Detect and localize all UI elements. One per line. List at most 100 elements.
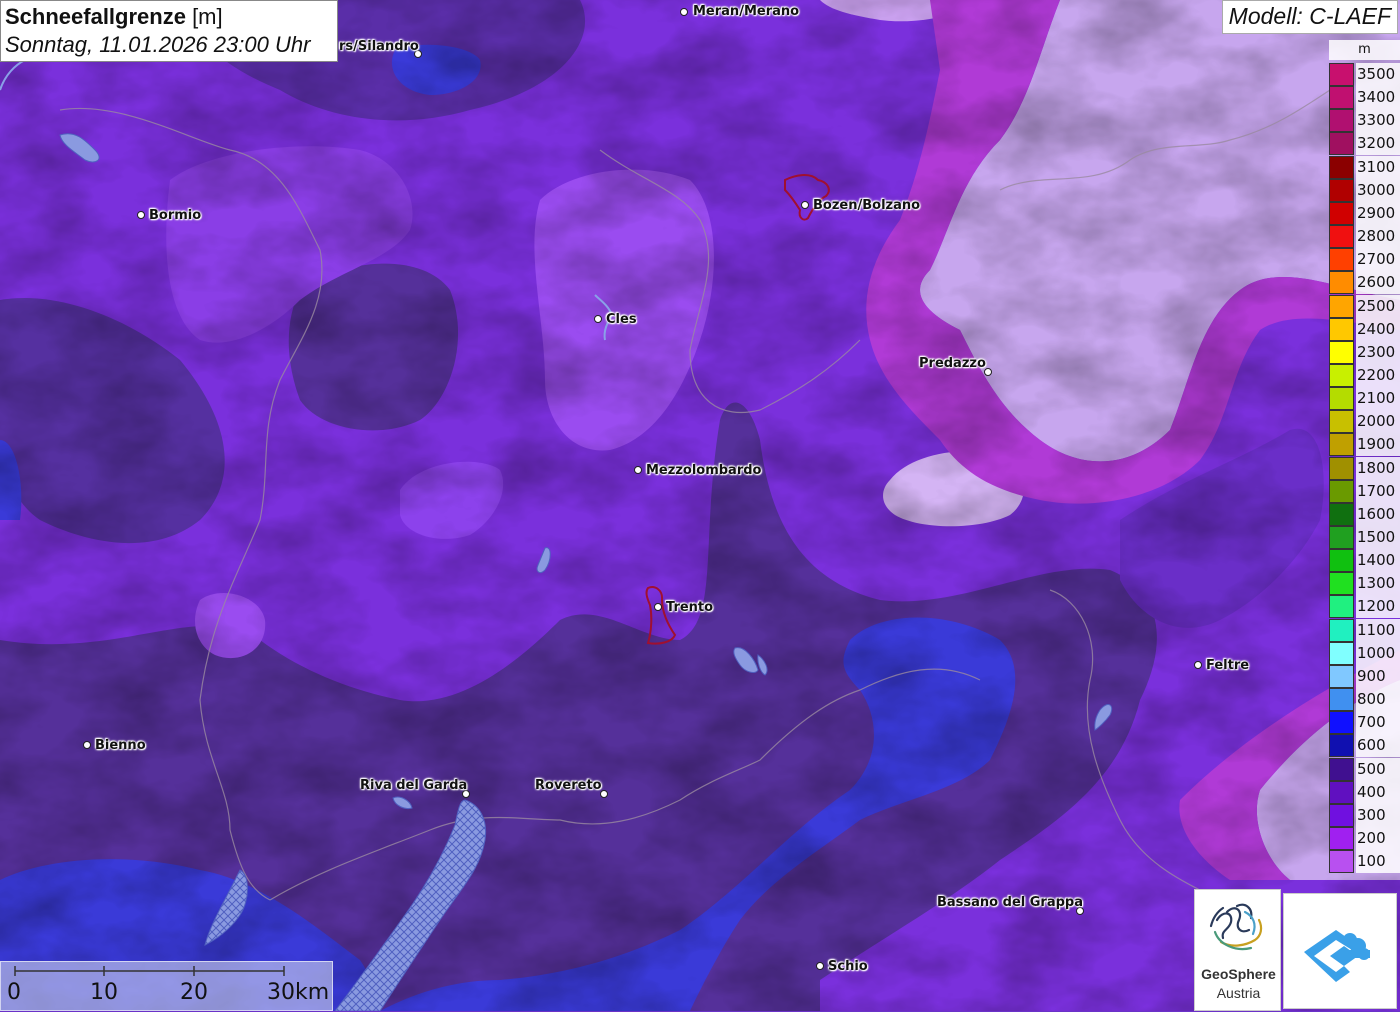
legend-row: 2200 [1329, 363, 1400, 387]
legend-label: 2200 [1356, 363, 1400, 387]
legend-swatch [1329, 201, 1354, 225]
geosphere-logo[interactable]: GeoSphere Austria [1194, 889, 1281, 1011]
legend-row: 2300 [1329, 340, 1400, 364]
city-label: Bormio [149, 208, 202, 223]
legend-swatch [1329, 109, 1354, 133]
legend-unit: m [1329, 40, 1400, 60]
legend-row: 200 [1329, 826, 1400, 850]
snowline-map[interactable] [0, 0, 1400, 1011]
legend-label: 3000 [1356, 178, 1400, 202]
legend-label: 1800 [1356, 456, 1400, 480]
legend-swatch [1329, 363, 1354, 387]
city-label: Feltre [1206, 658, 1250, 673]
map-title: Schneefallgrenze [m] [5, 3, 333, 31]
legend-row: 2500 [1329, 294, 1400, 318]
legend-label: 400 [1356, 780, 1400, 804]
legend-swatch [1329, 456, 1354, 480]
legend-label: 500 [1356, 757, 1400, 781]
city-label: Bassano del Grappa [937, 895, 1083, 910]
legend-label: 1200 [1356, 595, 1400, 619]
city-label: Cles [606, 312, 637, 327]
city-label: Riva del Garda [360, 778, 468, 793]
legend-swatch [1329, 479, 1354, 503]
scale-label-0: 0 [7, 980, 21, 1005]
scale-bar: 0 10 20 30km [0, 961, 333, 1011]
legend-label: 1600 [1356, 502, 1400, 526]
legend-swatch [1329, 387, 1354, 411]
weather-app-logo[interactable] [1283, 893, 1397, 1009]
legend-swatch [1329, 803, 1354, 827]
city-dot-icon [680, 8, 688, 16]
legend-swatch [1329, 595, 1354, 619]
legend-swatch [1329, 225, 1354, 249]
legend-row: 2400 [1329, 317, 1400, 341]
legend-swatch [1329, 618, 1354, 642]
legend-label: 2800 [1356, 225, 1400, 249]
legend-swatch [1329, 271, 1354, 295]
city-label: Mezzolombardo [646, 463, 762, 478]
legend-swatch [1329, 711, 1354, 735]
legend-row: 1800 [1329, 456, 1400, 480]
legend-label: 2300 [1356, 340, 1400, 364]
legend-row: 1200 [1329, 595, 1400, 619]
city-label: Predazzo [919, 356, 986, 371]
legend-row: 3400 [1329, 86, 1400, 110]
city-dot-icon [137, 211, 145, 219]
legend-label: 1400 [1356, 549, 1400, 573]
geosphere-emblem-icon [1209, 903, 1263, 951]
legend-label: 1900 [1356, 433, 1400, 457]
legend-row: 1500 [1329, 526, 1400, 549]
legend-row: 400 [1329, 780, 1400, 804]
city-label: Bienno [95, 738, 146, 753]
weather-app-icon [1304, 930, 1370, 982]
legend-row: 3200 [1329, 132, 1400, 156]
legend-row: 3300 [1329, 109, 1400, 133]
legend-label: 2600 [1356, 271, 1400, 295]
legend-swatch [1329, 826, 1354, 850]
legend-swatch [1329, 317, 1354, 341]
legend-row: 1700 [1329, 479, 1400, 503]
legend-label: 1700 [1356, 479, 1400, 503]
legend-row: 1900 [1329, 433, 1400, 457]
legend-label: 3300 [1356, 109, 1400, 133]
legend-label: 1500 [1356, 526, 1400, 549]
legend-swatch [1329, 850, 1354, 874]
legend-swatch [1329, 734, 1354, 758]
legend-label: 800 [1356, 688, 1400, 712]
legend-row: 2700 [1329, 248, 1400, 272]
scale-label-10: 10 [90, 980, 118, 1005]
legend-label: 1100 [1356, 618, 1400, 642]
legend-swatch [1329, 664, 1354, 688]
legend-row: 3500 [1329, 63, 1400, 86]
city-dot-icon [634, 466, 642, 474]
legend-row: 1600 [1329, 502, 1400, 526]
legend-row: 1300 [1329, 572, 1400, 596]
legend-label: 2400 [1356, 317, 1400, 341]
legend-label: 300 [1356, 803, 1400, 827]
legend-label: 2900 [1356, 201, 1400, 225]
legend-label: 1000 [1356, 641, 1400, 665]
legend-swatch [1329, 526, 1354, 549]
city-dot-icon [1194, 661, 1202, 669]
legend-swatch [1329, 641, 1354, 665]
geosphere-subtitle: Austria [1216, 985, 1261, 1001]
geosphere-title: GeoSphere [1201, 966, 1276, 982]
legend-label: 200 [1356, 826, 1400, 850]
legend-swatch [1329, 688, 1354, 712]
legend-label: 1300 [1356, 572, 1400, 596]
legend-row: 700 [1329, 711, 1400, 735]
legend-swatch [1329, 132, 1354, 156]
legend-row: 2900 [1329, 201, 1400, 225]
legend-label: 3400 [1356, 86, 1400, 110]
legend-row: 300 [1329, 803, 1400, 827]
legend-swatch [1329, 155, 1354, 179]
model-label: Modell: C-LAEF [1221, 0, 1398, 34]
legend-swatch [1329, 63, 1354, 86]
legend-swatch [1329, 757, 1354, 781]
scale-label-20: 20 [180, 980, 208, 1005]
legend-row: 2800 [1329, 225, 1400, 249]
legend-label: 2500 [1356, 294, 1400, 318]
legend-label: 3500 [1356, 63, 1400, 86]
legend-swatch [1329, 178, 1354, 202]
city-label: rs/Silandro [339, 39, 419, 54]
